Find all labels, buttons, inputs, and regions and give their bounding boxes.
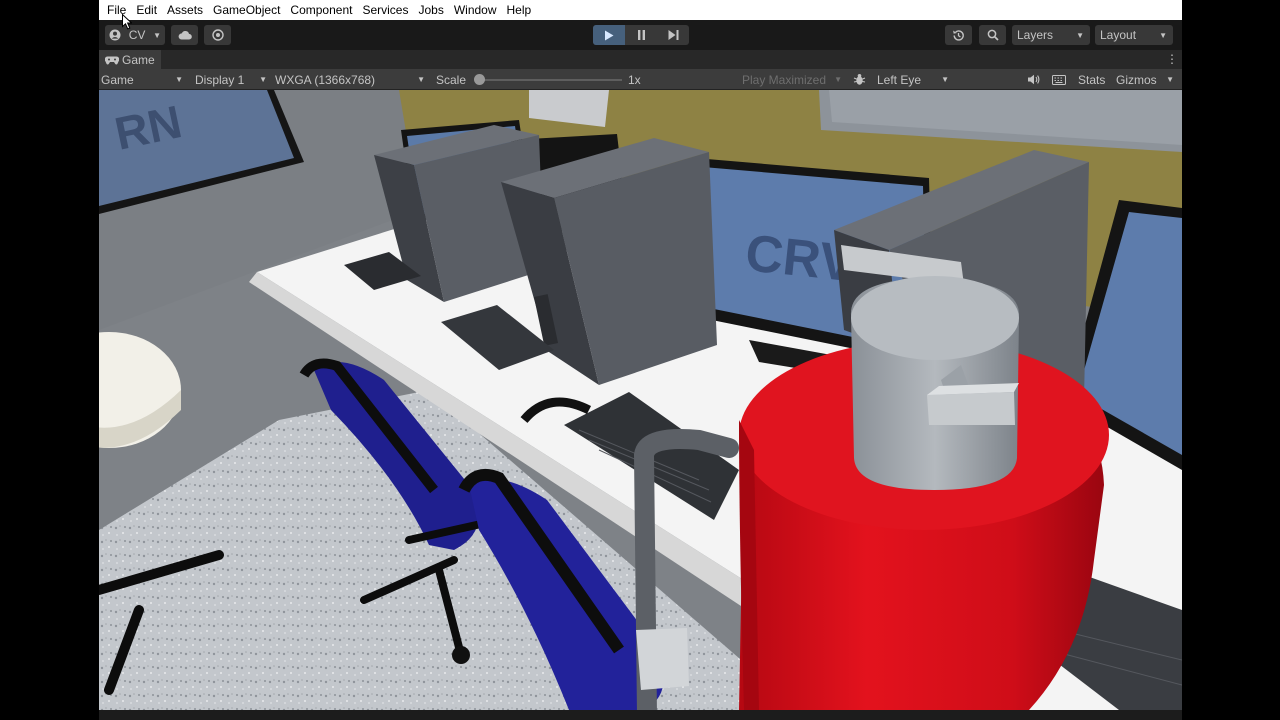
unity-editor-window: File Edit Assets GameObject Component Se… — [99, 0, 1182, 720]
layers-dropdown[interactable]: Layers ▼ — [1012, 25, 1090, 45]
window-tab-bar: Game — [99, 50, 1182, 69]
chevron-down-icon: ▼ — [259, 75, 267, 84]
scale-value: 1x — [628, 72, 641, 87]
scale-slider-track[interactable] — [484, 79, 622, 81]
play-mode-label: Play Maximized — [742, 72, 827, 87]
gizmos-label: Gizmos — [1116, 72, 1157, 87]
playmode-controls — [593, 25, 689, 45]
view-mode-label: Game — [101, 72, 134, 87]
menu-jobs[interactable]: Jobs — [413, 0, 448, 20]
layout-label: Layout — [1100, 28, 1137, 42]
menu-window[interactable]: Window — [449, 0, 502, 20]
debug-bug-icon[interactable] — [853, 69, 866, 90]
resolution-label: WXGA (1366x768) — [275, 72, 376, 87]
view-mode-dropdown[interactable]: Game ▼ — [101, 69, 183, 90]
play-icon — [605, 30, 614, 40]
chevron-down-icon: ▼ — [153, 30, 161, 40]
step-button[interactable] — [657, 25, 689, 45]
scene-render: RN CRV — [99, 90, 1182, 710]
game-view-toolbar: Game ▼ Display 1 ▼ WXGA (1366x768) ▼ Sca… — [99, 69, 1182, 90]
stats-button[interactable]: Stats — [1078, 69, 1105, 90]
account-dropdown[interactable]: CV ▼ — [105, 25, 165, 45]
menu-help[interactable]: Help — [502, 0, 537, 20]
status-strip — [99, 710, 1182, 720]
eye-dropdown[interactable]: Left Eye ▼ — [877, 69, 949, 90]
scale-slider-handle[interactable] — [474, 74, 485, 85]
collab-button[interactable] — [204, 25, 231, 45]
main-toolbar: CV ▼ Layers ▼ Layout ▼ — [99, 20, 1182, 50]
cloud-button[interactable] — [171, 25, 198, 45]
step-icon — [668, 30, 678, 40]
display-dropdown[interactable]: Display 1 ▼ — [195, 69, 267, 90]
menu-edit[interactable]: Edit — [131, 0, 162, 20]
account-label: CV — [128, 28, 146, 42]
layout-dropdown[interactable]: Layout ▼ — [1095, 25, 1173, 45]
menu-bar: File Edit Assets GameObject Component Se… — [99, 0, 1182, 20]
search-icon — [987, 29, 999, 41]
gamepad-icon — [105, 55, 119, 65]
chevron-down-icon: ▼ — [834, 75, 842, 84]
play-button[interactable] — [593, 25, 625, 45]
play-mode-dropdown[interactable]: Play Maximized ▼ — [742, 69, 842, 90]
menu-gameobject[interactable]: GameObject — [208, 0, 285, 20]
menu-services[interactable]: Services — [357, 0, 413, 20]
chevron-down-icon: ▼ — [417, 75, 425, 84]
menu-assets[interactable]: Assets — [162, 0, 208, 20]
mouse-cursor-icon — [122, 14, 132, 30]
collab-icon — [211, 29, 224, 41]
cloud-icon — [178, 31, 192, 40]
chevron-down-icon: ▼ — [175, 75, 183, 84]
history-icon — [953, 29, 964, 41]
eye-label: Left Eye — [877, 72, 922, 87]
resolution-dropdown[interactable]: WXGA (1366x768) ▼ — [275, 69, 425, 90]
account-icon — [109, 29, 121, 41]
more-options-icon[interactable]: ⋮ — [1166, 52, 1178, 66]
game-viewport[interactable]: RN CRV — [99, 90, 1182, 710]
pause-button[interactable] — [625, 25, 657, 45]
shortcut-keyboard-icon[interactable] — [1052, 69, 1066, 90]
pause-icon — [637, 30, 645, 40]
tab-game[interactable]: Game — [99, 50, 161, 69]
menu-component[interactable]: Component — [285, 0, 357, 20]
layers-label: Layers — [1017, 28, 1054, 42]
tab-label: Game — [122, 53, 155, 67]
chevron-down-icon: ▼ — [941, 75, 949, 84]
chevron-down-icon: ▼ — [1076, 30, 1084, 40]
search-button[interactable] — [979, 25, 1006, 45]
chevron-down-icon: ▼ — [1159, 30, 1167, 40]
gizmos-dropdown[interactable]: Gizmos ▼ — [1116, 69, 1174, 90]
mute-audio-icon[interactable] — [1027, 69, 1040, 90]
undo-history-button[interactable] — [945, 25, 972, 45]
display-label: Display 1 — [195, 72, 245, 87]
scale-label: Scale — [436, 72, 467, 87]
chevron-down-icon: ▼ — [1166, 75, 1174, 84]
